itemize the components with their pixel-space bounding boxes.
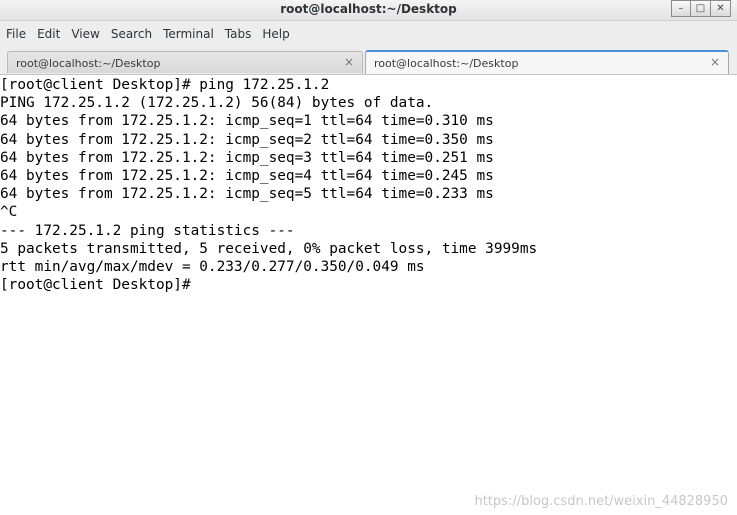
terminal-line: [root@client Desktop]# ping 172.25.1.2 bbox=[0, 77, 330, 93]
menu-bar: File Edit View Search Terminal Tabs Help bbox=[0, 21, 737, 47]
menu-help[interactable]: Help bbox=[256, 27, 294, 41]
terminal-line: 64 bytes from 172.25.1.2: icmp_seq=1 ttl… bbox=[0, 113, 494, 130]
menu-tabs[interactable]: Tabs bbox=[219, 27, 257, 41]
menu-search[interactable]: Search bbox=[105, 27, 157, 41]
tab-1-label: root@localhost:~/Desktop bbox=[16, 57, 161, 70]
terminal-line: 64 bytes from 172.25.1.2: icmp_seq=4 ttl… bbox=[0, 167, 494, 184]
tab-2-label: root@localhost:~/Desktop bbox=[374, 57, 519, 70]
terminal-line: PING 172.25.1.2 (172.25.1.2) 56(84) byte… bbox=[0, 95, 434, 112]
tab-2[interactable]: root@localhost:~/Desktop × bbox=[365, 50, 729, 74]
window-controls: – □ ✕ bbox=[671, 0, 731, 17]
terminal-output: [root@client Desktop]# ping 172.25.1.2 P… bbox=[0, 76, 537, 294]
terminal-line: 64 bytes from 172.25.1.2: icmp_seq=3 ttl… bbox=[0, 149, 494, 166]
close-icon[interactable]: × bbox=[344, 55, 354, 69]
terminal-area[interactable]: [root@client Desktop]# ping 172.25.1.2 P… bbox=[0, 74, 737, 515]
tab-bar: root@localhost:~/Desktop × root@localhos… bbox=[0, 48, 737, 74]
close-icon[interactable]: ✕ bbox=[711, 0, 731, 17]
terminal-line: rtt min/avg/max/mdev = 0.233/0.277/0.350… bbox=[0, 258, 425, 275]
tab-1[interactable]: root@localhost:~/Desktop × bbox=[7, 51, 363, 73]
menu-terminal[interactable]: Terminal bbox=[157, 27, 219, 41]
minimize-icon[interactable]: – bbox=[671, 0, 691, 17]
terminal-line: 64 bytes from 172.25.1.2: icmp_seq=2 ttl… bbox=[0, 131, 494, 148]
terminal-line: 64 bytes from 172.25.1.2: icmp_seq=5 ttl… bbox=[0, 186, 494, 203]
maximize-icon[interactable]: □ bbox=[691, 0, 711, 17]
terminal-line: --- 172.25.1.2 ping statistics --- bbox=[0, 222, 295, 239]
terminal-prompt: [root@client Desktop]# bbox=[0, 277, 191, 294]
close-icon[interactable]: × bbox=[710, 55, 720, 69]
menu-edit[interactable]: Edit bbox=[31, 27, 65, 41]
terminal-line: ^C bbox=[0, 204, 18, 221]
title-bar: root@localhost:~/Desktop – □ ✕ bbox=[0, 0, 737, 21]
menu-view[interactable]: View bbox=[65, 27, 104, 41]
window-title: root@localhost:~/Desktop bbox=[280, 2, 457, 16]
watermark: https://blog.csdn.net/weixin_44828950 bbox=[474, 494, 728, 509]
menu-file[interactable]: File bbox=[0, 27, 31, 41]
terminal-line: 5 packets transmitted, 5 received, 0% pa… bbox=[0, 240, 538, 257]
